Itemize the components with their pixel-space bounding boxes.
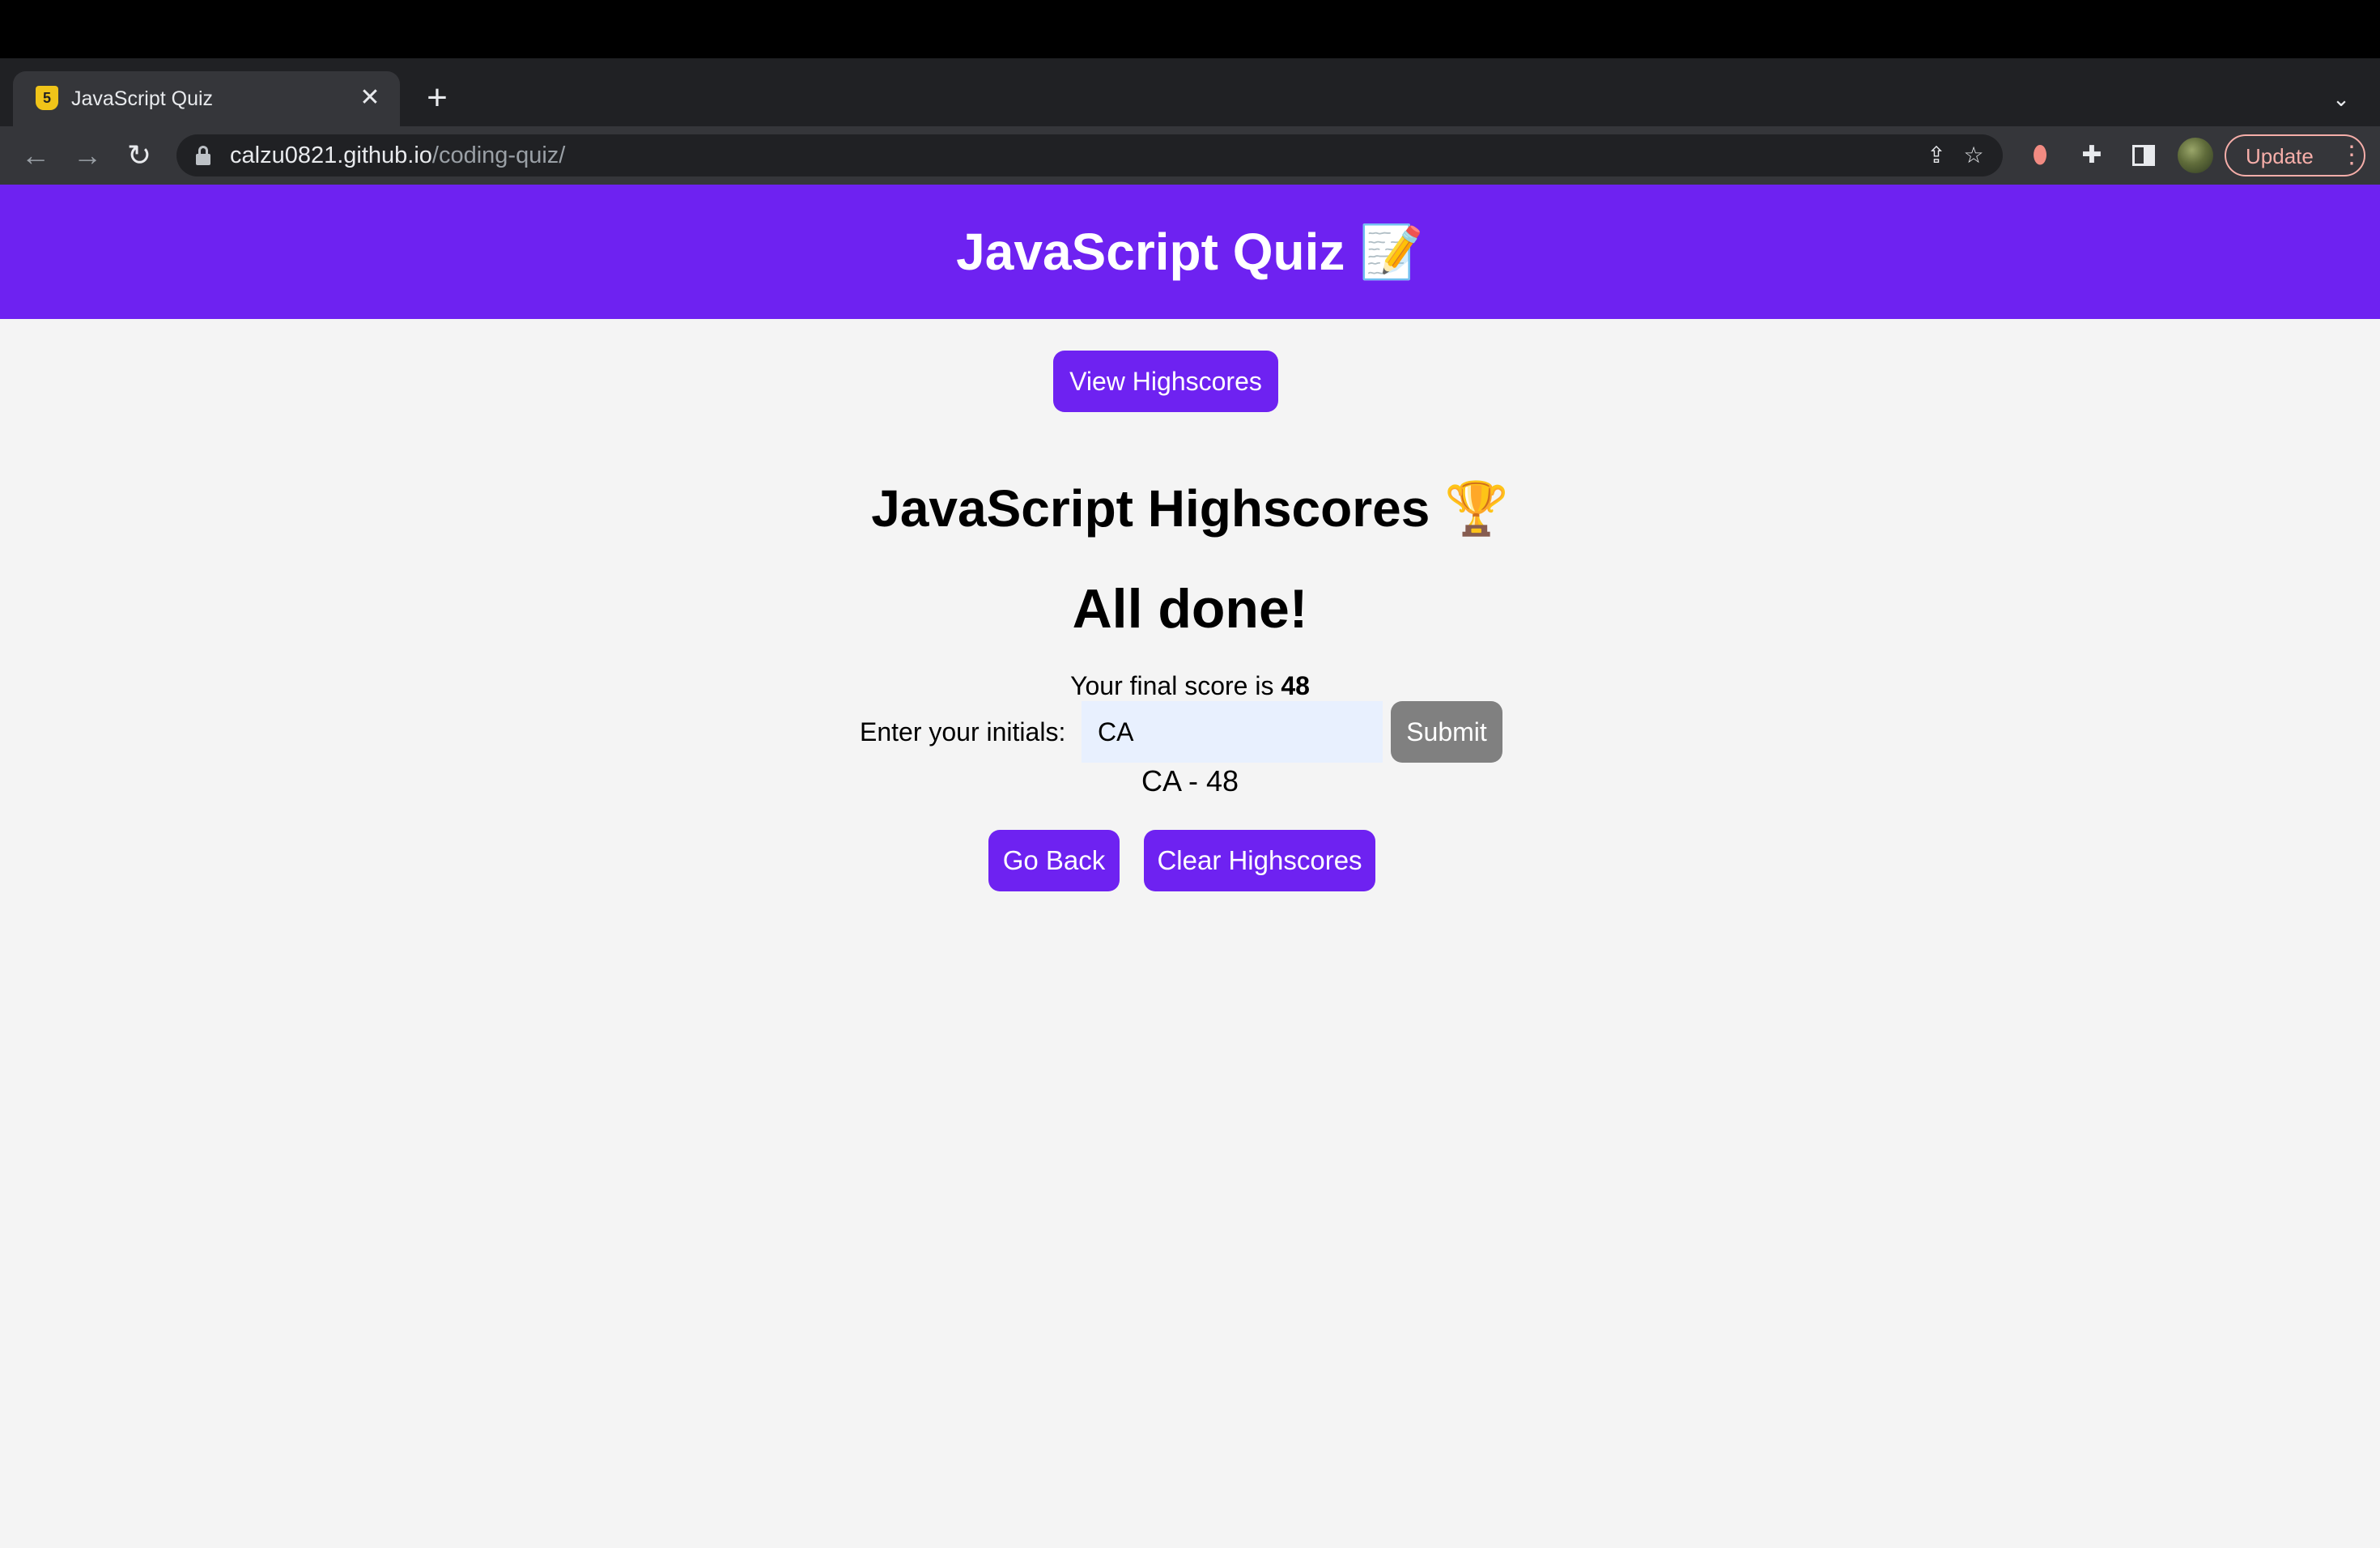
profile-avatar[interactable] [2178, 138, 2213, 173]
forward-icon[interactable]: → [66, 134, 108, 176]
final-score-value: 48 [1281, 671, 1310, 700]
all-done-heading: All done! [1072, 578, 1308, 640]
highscores-heading: JavaScript Highscores 🏆 [871, 479, 1509, 538]
highscore-entry: CA - 48 [1141, 764, 1239, 797]
back-icon[interactable]: ← [15, 134, 57, 176]
screen-recorder-extension-icon[interactable]: ⬮ [2024, 139, 2056, 172]
final-score-text: Your final score is 48 [0, 669, 2380, 703]
bookmark-star-icon[interactable]: ☆ [1959, 141, 1988, 170]
url-host: calzu0821.github.io [230, 142, 432, 168]
browser-tab[interactable]: 5 JavaScript Quiz ✕ [13, 71, 400, 126]
initials-label: Enter your initials: [860, 717, 1066, 746]
initials-input[interactable] [1082, 701, 1383, 763]
tab-title: JavaScript Quiz [71, 87, 214, 110]
clear-highscores-button[interactable]: Clear Highscores [1144, 830, 1375, 891]
share-icon[interactable]: ⇪ [1922, 141, 1951, 170]
chevron-down-icon[interactable]: ⌄ [2323, 81, 2359, 117]
update-label: Update [2246, 144, 2314, 168]
address-bar[interactable]: calzu0821.github.io/coding-quiz/ ⇪ ☆ [176, 134, 2003, 176]
lock-icon[interactable] [196, 146, 210, 165]
extensions-puzzle-icon[interactable]: ✚ [2076, 139, 2108, 172]
final-score-prefix: Your final score is [1070, 671, 1274, 700]
submit-button[interactable]: Submit [1391, 701, 1502, 763]
view-highscores-button[interactable]: View Highscores [1053, 351, 1278, 412]
go-back-button[interactable]: Go Back [988, 830, 1120, 891]
more-menu-icon: ⋮ [2340, 142, 2364, 168]
reload-icon[interactable]: ↻ [118, 134, 160, 176]
screen-top-bar [0, 0, 2380, 58]
url-path: /coding-quiz/ [431, 142, 566, 168]
update-button[interactable]: Update ⋮ [2225, 134, 2365, 176]
site-header: JavaScript Quiz 📝 [0, 185, 2380, 319]
close-icon[interactable]: ✕ [356, 84, 384, 112]
new-tab-icon[interactable]: + [418, 79, 457, 118]
side-panel-icon[interactable] [2132, 145, 2155, 166]
js-favicon-icon: 5 [36, 86, 58, 110]
url-text[interactable]: calzu0821.github.io/coding-quiz/ [230, 142, 565, 168]
site-title: JavaScript Quiz 📝 [956, 223, 1424, 281]
